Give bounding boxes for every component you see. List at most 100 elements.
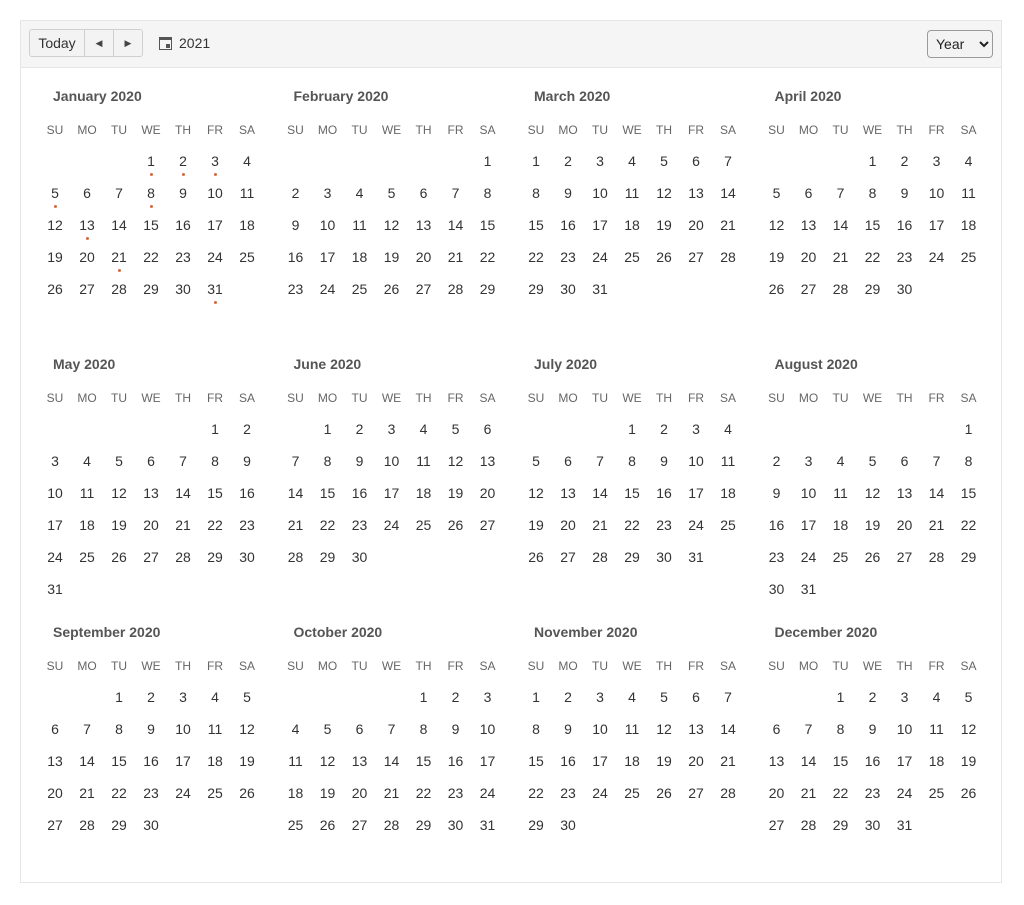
day-cell[interactable]: 2 bbox=[231, 413, 263, 445]
day-cell[interactable]: 3 bbox=[921, 145, 953, 177]
day-cell[interactable]: 19 bbox=[312, 777, 344, 809]
day-cell[interactable]: 1 bbox=[857, 145, 889, 177]
day-cell[interactable]: 29 bbox=[520, 809, 552, 841]
day-cell[interactable]: 15 bbox=[825, 745, 857, 777]
day-cell[interactable]: 14 bbox=[440, 209, 472, 241]
day-cell[interactable]: 13 bbox=[135, 477, 167, 509]
day-cell[interactable]: 29 bbox=[135, 273, 167, 305]
day-cell[interactable]: 13 bbox=[71, 209, 103, 241]
day-cell[interactable]: 5 bbox=[648, 145, 680, 177]
day-cell[interactable]: 23 bbox=[648, 509, 680, 541]
month-title[interactable]: January 2020 bbox=[53, 88, 142, 104]
day-cell[interactable]: 26 bbox=[648, 777, 680, 809]
day-cell[interactable]: 12 bbox=[312, 745, 344, 777]
day-cell[interactable]: 19 bbox=[520, 509, 552, 541]
day-cell[interactable]: 2 bbox=[648, 413, 680, 445]
day-cell[interactable]: 20 bbox=[71, 241, 103, 273]
day-cell[interactable]: 20 bbox=[344, 777, 376, 809]
day-cell[interactable]: 17 bbox=[921, 209, 953, 241]
day-cell[interactable]: 31 bbox=[472, 809, 504, 841]
day-cell[interactable]: 9 bbox=[552, 177, 584, 209]
day-cell[interactable]: 11 bbox=[231, 177, 263, 209]
day-cell[interactable]: 11 bbox=[712, 445, 744, 477]
day-cell[interactable]: 10 bbox=[199, 177, 231, 209]
day-cell[interactable]: 17 bbox=[680, 477, 712, 509]
day-cell[interactable]: 6 bbox=[344, 713, 376, 745]
day-cell[interactable]: 19 bbox=[39, 241, 71, 273]
day-cell[interactable]: 10 bbox=[39, 477, 71, 509]
day-cell[interactable]: 20 bbox=[472, 477, 504, 509]
day-cell[interactable]: 3 bbox=[39, 445, 71, 477]
month-title[interactable]: November 2020 bbox=[534, 624, 638, 640]
day-cell[interactable]: 15 bbox=[857, 209, 889, 241]
day-cell[interactable]: 9 bbox=[135, 713, 167, 745]
day-cell[interactable]: 26 bbox=[761, 273, 793, 305]
day-cell[interactable]: 15 bbox=[472, 209, 504, 241]
day-cell[interactable]: 22 bbox=[520, 241, 552, 273]
day-cell[interactable]: 26 bbox=[39, 273, 71, 305]
day-cell[interactable]: 5 bbox=[520, 445, 552, 477]
day-cell[interactable]: 30 bbox=[231, 541, 263, 573]
day-cell[interactable]: 15 bbox=[199, 477, 231, 509]
day-cell[interactable]: 2 bbox=[552, 681, 584, 713]
day-cell[interactable]: 22 bbox=[616, 509, 648, 541]
day-cell[interactable]: 9 bbox=[280, 209, 312, 241]
day-cell[interactable]: 17 bbox=[376, 477, 408, 509]
day-cell[interactable]: 4 bbox=[921, 681, 953, 713]
day-cell[interactable]: 24 bbox=[39, 541, 71, 573]
day-cell[interactable]: 29 bbox=[520, 273, 552, 305]
day-cell[interactable]: 12 bbox=[953, 713, 985, 745]
day-cell[interactable]: 22 bbox=[135, 241, 167, 273]
day-cell[interactable]: 19 bbox=[761, 241, 793, 273]
day-cell[interactable]: 3 bbox=[472, 681, 504, 713]
day-cell[interactable]: 30 bbox=[648, 541, 680, 573]
day-cell[interactable]: 15 bbox=[520, 209, 552, 241]
day-cell[interactable]: 17 bbox=[199, 209, 231, 241]
day-cell[interactable]: 26 bbox=[440, 509, 472, 541]
day-cell[interactable]: 13 bbox=[344, 745, 376, 777]
day-cell[interactable]: 29 bbox=[616, 541, 648, 573]
day-cell[interactable]: 1 bbox=[135, 145, 167, 177]
day-cell[interactable]: 9 bbox=[889, 177, 921, 209]
day-cell[interactable]: 31 bbox=[199, 273, 231, 305]
day-cell[interactable]: 8 bbox=[103, 713, 135, 745]
day-cell[interactable]: 19 bbox=[103, 509, 135, 541]
day-cell[interactable]: 28 bbox=[440, 273, 472, 305]
day-cell[interactable]: 13 bbox=[680, 177, 712, 209]
day-cell[interactable]: 24 bbox=[312, 273, 344, 305]
day-cell[interactable]: 1 bbox=[199, 413, 231, 445]
day-cell[interactable]: 26 bbox=[103, 541, 135, 573]
day-cell[interactable]: 3 bbox=[167, 681, 199, 713]
day-cell[interactable]: 17 bbox=[312, 241, 344, 273]
day-cell[interactable]: 7 bbox=[376, 713, 408, 745]
day-cell[interactable]: 3 bbox=[312, 177, 344, 209]
day-cell[interactable]: 26 bbox=[520, 541, 552, 573]
day-cell[interactable]: 29 bbox=[312, 541, 344, 573]
day-cell[interactable]: 20 bbox=[552, 509, 584, 541]
day-cell[interactable]: 27 bbox=[344, 809, 376, 841]
day-cell[interactable]: 17 bbox=[39, 509, 71, 541]
month-title[interactable]: September 2020 bbox=[53, 624, 160, 640]
day-cell[interactable]: 24 bbox=[584, 777, 616, 809]
day-cell[interactable]: 11 bbox=[953, 177, 985, 209]
month-title[interactable]: December 2020 bbox=[775, 624, 878, 640]
month-title[interactable]: July 2020 bbox=[534, 356, 597, 372]
day-cell[interactable]: 5 bbox=[39, 177, 71, 209]
day-cell[interactable]: 16 bbox=[344, 477, 376, 509]
day-cell[interactable]: 1 bbox=[472, 145, 504, 177]
day-cell[interactable]: 27 bbox=[793, 273, 825, 305]
day-cell[interactable]: 25 bbox=[408, 509, 440, 541]
day-cell[interactable]: 4 bbox=[825, 445, 857, 477]
day-cell[interactable]: 26 bbox=[376, 273, 408, 305]
day-cell[interactable]: 6 bbox=[408, 177, 440, 209]
day-cell[interactable]: 24 bbox=[199, 241, 231, 273]
day-cell[interactable]: 5 bbox=[312, 713, 344, 745]
day-cell[interactable]: 30 bbox=[857, 809, 889, 841]
date-range-button[interactable]: 2021 bbox=[159, 29, 210, 57]
day-cell[interactable]: 28 bbox=[376, 809, 408, 841]
day-cell[interactable]: 17 bbox=[889, 745, 921, 777]
view-select[interactable]: Year bbox=[927, 30, 993, 58]
day-cell[interactable]: 31 bbox=[584, 273, 616, 305]
day-cell[interactable]: 29 bbox=[103, 809, 135, 841]
day-cell[interactable]: 15 bbox=[408, 745, 440, 777]
